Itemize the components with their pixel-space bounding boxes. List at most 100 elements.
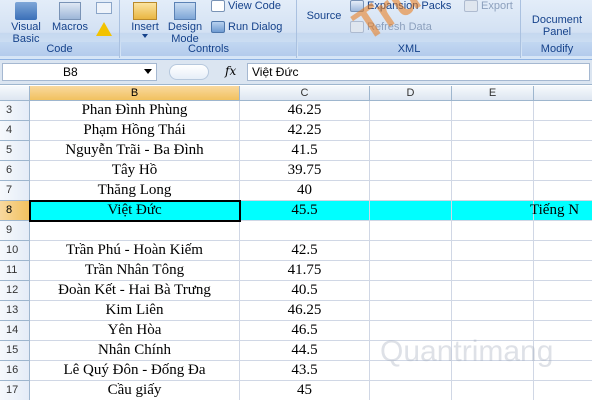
- cell-empty[interactable]: [452, 361, 534, 381]
- cell-name[interactable]: Kim Liên: [30, 301, 240, 321]
- row-header[interactable]: 15: [0, 341, 30, 361]
- view-code-button[interactable]: View Code: [211, 0, 281, 12]
- row-header[interactable]: 13: [0, 301, 30, 321]
- cell-score[interactable]: 39.75: [240, 161, 370, 181]
- cell-score[interactable]: [240, 221, 370, 241]
- refresh-data-button[interactable]: Refresh Data: [350, 21, 432, 33]
- cell-score[interactable]: 42.5: [240, 241, 370, 261]
- run-dialog-button[interactable]: Run Dialog: [211, 21, 282, 33]
- select-all-corner[interactable]: [0, 86, 30, 101]
- cell-score[interactable]: 40: [240, 181, 370, 201]
- column-header-e[interactable]: E: [452, 86, 534, 101]
- cell-score[interactable]: 44.5: [240, 341, 370, 361]
- cell-name[interactable]: Trần Phú - Hoàn Kiếm: [30, 241, 240, 261]
- cell-name[interactable]: Yên Hòa: [30, 321, 240, 341]
- cell-empty[interactable]: [534, 161, 592, 181]
- cell-score[interactable]: 42.25: [240, 121, 370, 141]
- cell-score[interactable]: 45: [240, 381, 370, 400]
- insert-button[interactable]: Insert: [127, 2, 163, 38]
- cell-empty[interactable]: [452, 301, 534, 321]
- cell-empty[interactable]: [370, 301, 452, 321]
- visual-basic-button[interactable]: Visual Basic: [4, 2, 48, 45]
- cell-empty[interactable]: [370, 281, 452, 301]
- expansion-packs-button[interactable]: Expansion Packs: [350, 0, 451, 12]
- cell-empty[interactable]: [534, 241, 592, 261]
- cell-name[interactable]: Thăng Long: [30, 181, 240, 201]
- cell-empty[interactable]: [534, 341, 592, 361]
- cell-empty[interactable]: [452, 321, 534, 341]
- cell-empty[interactable]: [534, 261, 592, 281]
- cell-score[interactable]: 41.75: [240, 261, 370, 281]
- row-header[interactable]: 9: [0, 221, 30, 241]
- cell-empty[interactable]: [452, 161, 534, 181]
- cell-name[interactable]: Việt Đức: [29, 200, 241, 222]
- cell-name[interactable]: Phạm Hồng Thái: [30, 121, 240, 141]
- cell-empty[interactable]: [534, 361, 592, 381]
- row-header[interactable]: 3: [0, 101, 30, 121]
- cell-empty[interactable]: [534, 381, 592, 400]
- cell-empty[interactable]: [452, 281, 534, 301]
- cell-empty[interactable]: [452, 241, 534, 261]
- cell-name[interactable]: Cầu giấy: [30, 381, 240, 400]
- cell-empty[interactable]: [370, 121, 452, 141]
- formula-bar-handle[interactable]: [169, 64, 209, 80]
- cell-empty[interactable]: [370, 181, 452, 201]
- row-header[interactable]: 7: [0, 181, 30, 201]
- cell-name[interactable]: Đoàn Kết - Hai Bà Trưng: [30, 281, 240, 301]
- cell-name[interactable]: Nhân Chính: [30, 341, 240, 361]
- cell-score[interactable]: 46.25: [240, 301, 370, 321]
- cell-empty[interactable]: [534, 221, 592, 241]
- cell-empty[interactable]: [452, 121, 534, 141]
- cell-empty[interactable]: [370, 141, 452, 161]
- name-box[interactable]: B8: [2, 63, 157, 81]
- cell-empty[interactable]: [370, 101, 452, 121]
- cell-empty[interactable]: [534, 281, 592, 301]
- cell-empty[interactable]: [452, 101, 534, 121]
- column-header-b[interactable]: B: [30, 86, 240, 101]
- cell-score[interactable]: 40.5: [240, 281, 370, 301]
- row-header[interactable]: 17: [0, 381, 30, 400]
- cell-empty[interactable]: [370, 161, 452, 181]
- macro-security-warning-icon[interactable]: [96, 22, 112, 36]
- source-button[interactable]: Source: [304, 10, 344, 22]
- cell-empty[interactable]: [452, 141, 534, 161]
- cell-name[interactable]: [30, 221, 240, 241]
- row-header[interactable]: 5: [0, 141, 30, 161]
- cell-score[interactable]: 46.25: [240, 101, 370, 121]
- cell-empty[interactable]: [452, 201, 534, 221]
- row-header[interactable]: 6: [0, 161, 30, 181]
- cell-empty[interactable]: [370, 361, 452, 381]
- cell-score[interactable]: 46.5: [240, 321, 370, 341]
- cell-name[interactable]: Nguyễn Trãi - Ba Đình: [30, 141, 240, 161]
- row-header[interactable]: 8: [0, 201, 30, 221]
- cell-empty[interactable]: [534, 321, 592, 341]
- insert-function-icon[interactable]: fx: [225, 64, 236, 78]
- cell-name[interactable]: Trần Nhân Tông: [30, 261, 240, 281]
- cell-name[interactable]: Lê Quý Đôn - Đống Đa: [30, 361, 240, 381]
- cell-score[interactable]: 45.5: [240, 201, 370, 221]
- cell-empty[interactable]: [534, 181, 592, 201]
- formula-input[interactable]: Việt Đức: [247, 63, 590, 81]
- cell-empty[interactable]: [452, 261, 534, 281]
- row-header[interactable]: 12: [0, 281, 30, 301]
- row-header[interactable]: 10: [0, 241, 30, 261]
- row-header[interactable]: 4: [0, 121, 30, 141]
- cell-score[interactable]: 41.5: [240, 141, 370, 161]
- cell-score[interactable]: 43.5: [240, 361, 370, 381]
- row-header[interactable]: 11: [0, 261, 30, 281]
- cell-empty[interactable]: [452, 181, 534, 201]
- cell-empty[interactable]: [370, 381, 452, 400]
- cell-empty[interactable]: [370, 261, 452, 281]
- row-header[interactable]: 16: [0, 361, 30, 381]
- cell-empty[interactable]: [452, 381, 534, 400]
- column-header-next[interactable]: [534, 86, 592, 101]
- cell-empty[interactable]: [370, 341, 452, 361]
- export-button[interactable]: Export: [464, 0, 513, 12]
- cell-empty[interactable]: [534, 101, 592, 121]
- macros-button[interactable]: Macros: [50, 2, 90, 33]
- document-panel-button[interactable]: Document Panel: [526, 14, 588, 38]
- cell-empty[interactable]: [534, 141, 592, 161]
- cell-empty[interactable]: [370, 201, 452, 221]
- cell-empty[interactable]: [452, 341, 534, 361]
- cell-empty[interactable]: [452, 221, 534, 241]
